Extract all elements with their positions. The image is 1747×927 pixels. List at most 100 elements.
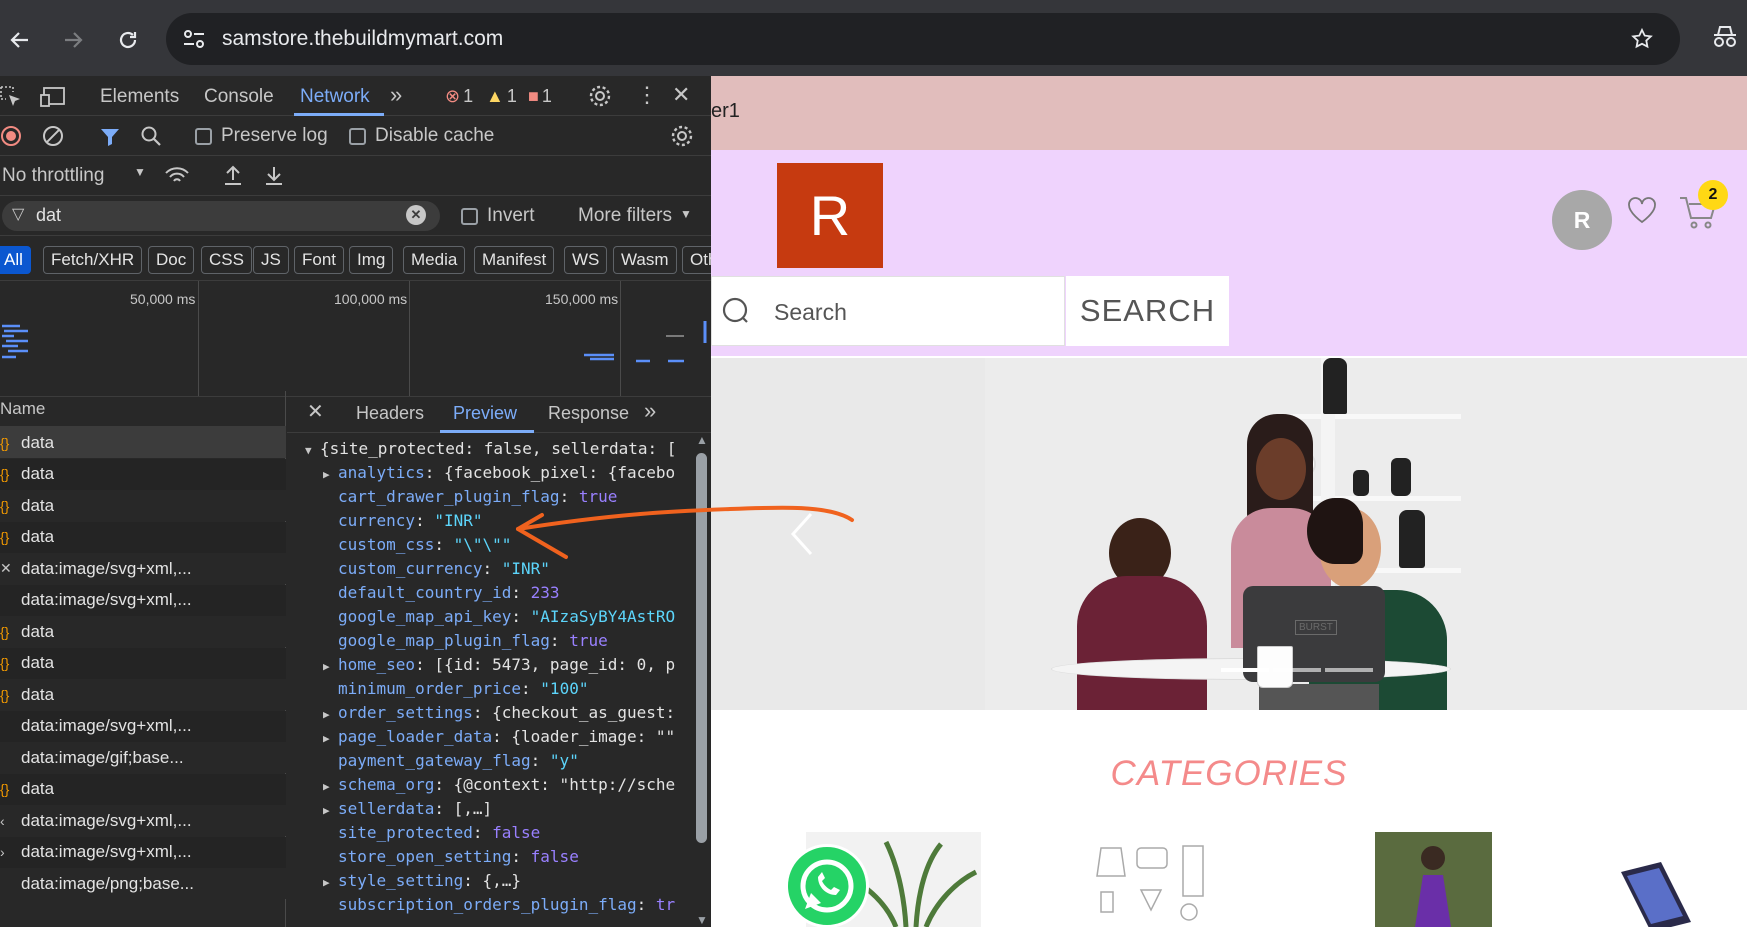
request-row[interactable]: {} data	[0, 679, 286, 710]
incognito-icon[interactable]	[1711, 22, 1739, 50]
preview-property[interactable]: ▶ analytics: {facebook_pixel: {facebo	[323, 461, 675, 485]
inspect-element-icon[interactable]	[0, 86, 22, 108]
request-row[interactable]: ✕ data:image/svg+xml,...	[0, 553, 286, 584]
request-row[interactable]: {} data	[0, 427, 286, 458]
request-name: data	[21, 527, 55, 546]
search-icon[interactable]	[140, 125, 162, 147]
preview-tab-indicator	[440, 430, 534, 433]
request-name: data	[21, 621, 55, 641]
tab-network[interactable]: Network	[300, 86, 370, 108]
preview-scrollbar[interactable]: ▲ ▼	[692, 433, 711, 927]
web-page: er1 R R 2 Search SEARCH BURST CATEGORIES	[711, 76, 1747, 927]
preview-property[interactable]: ▶ schema_org: {@context: "http://sche	[323, 773, 675, 797]
chip-css[interactable]: CSS	[201, 246, 252, 274]
cart-count-badge: 2	[1698, 180, 1728, 210]
request-row[interactable]: {} data	[0, 616, 286, 647]
carousel-dot[interactable]	[1273, 668, 1321, 672]
preview-property[interactable]: ▶ sellerdata: [,…]	[323, 797, 492, 821]
chevron-down-icon[interactable]: ▼	[134, 165, 146, 179]
request-row[interactable]: {} data	[0, 521, 286, 553]
record-icon[interactable]	[0, 125, 22, 147]
network-settings-icon[interactable]	[670, 124, 694, 148]
store-logo[interactable]: R	[777, 163, 883, 268]
search-input[interactable]: Search	[711, 276, 1065, 346]
more-filters-button[interactable]: More filters	[578, 205, 672, 227]
chip-img[interactable]: Img	[349, 246, 394, 274]
property-key: order_settings	[338, 703, 473, 722]
forward-button[interactable]	[55, 22, 91, 58]
chip-fetch-xhr[interactable]: Fetch/XHR	[43, 246, 143, 274]
property-value: "\"\""	[453, 535, 512, 554]
chip-manifest[interactable]: Manifest	[474, 246, 555, 274]
request-row[interactable]: {} data	[0, 647, 286, 679]
request-row[interactable]: › data:image/svg+xml,...	[0, 836, 286, 868]
disable-cache-checkbox[interactable]	[349, 128, 366, 145]
preview-root[interactable]: ▼ {site_protected: false, sellerdata: [	[305, 437, 676, 461]
network-conditions-icon[interactable]	[164, 165, 190, 187]
tab-headers[interactable]: Headers	[356, 403, 424, 424]
reload-button[interactable]	[110, 22, 146, 58]
carousel-dot-active[interactable]	[1221, 668, 1269, 672]
request-row[interactable]: data:image/png;base...	[0, 868, 286, 899]
kebab-menu-icon[interactable]: ⋮	[636, 82, 658, 108]
issue-count[interactable]: ■ 1	[528, 86, 552, 107]
more-tabs-icon[interactable]: »	[390, 82, 402, 108]
wishlist-heart-icon[interactable]	[1627, 196, 1657, 224]
close-preview-icon[interactable]: ✕	[307, 399, 324, 424]
chip-all[interactable]: All	[0, 246, 31, 274]
account-avatar[interactable]: R	[1552, 190, 1612, 250]
request-row[interactable]: data:image/svg+xml,...	[0, 710, 286, 742]
category-thumbnail-electronics[interactable]	[1611, 832, 1747, 927]
request-row[interactable]: data:image/gif;base...	[0, 742, 286, 773]
chip-wasm[interactable]: Wasm	[613, 246, 677, 274]
request-row[interactable]: {} data	[0, 490, 286, 521]
settings-gear-icon[interactable]	[588, 84, 612, 108]
chip-doc[interactable]: Doc	[148, 246, 195, 274]
timeline-overview[interactable]: 50,000 ms 100,000 ms 150,000 ms	[0, 281, 711, 397]
filter-icon[interactable]	[99, 126, 121, 148]
hero-banner: BURST	[711, 358, 1747, 710]
request-row[interactable]: {} data	[0, 773, 286, 805]
request-row[interactable]: ‹ data:image/svg+xml,...	[0, 805, 286, 836]
warning-count[interactable]: ▲ 1	[486, 86, 517, 107]
request-row[interactable]: data:image/svg+xml,...	[0, 584, 286, 616]
whatsapp-chat-button[interactable]	[785, 844, 869, 927]
star-icon[interactable]	[1630, 27, 1654, 51]
chip-ws[interactable]: WS	[564, 246, 608, 274]
close-devtools-icon[interactable]: ✕	[672, 82, 690, 108]
export-har-icon[interactable]	[263, 165, 285, 187]
back-button[interactable]	[2, 22, 38, 58]
clear-filter-icon[interactable]: ✕	[406, 205, 426, 225]
preview-property[interactable]: ▶ page_loader_data: {loader_image: ""	[323, 725, 675, 749]
device-toolbar-icon[interactable]	[40, 86, 66, 108]
preview-property[interactable]: ▶ home_seo: [{id: 5473, page_id: 0, p	[323, 653, 675, 677]
category-thumbnail-fashion[interactable]	[1375, 832, 1492, 927]
filter-input[interactable]: ▽ dat ✕	[2, 201, 440, 231]
search-button[interactable]: SEARCH	[1066, 276, 1229, 346]
request-row[interactable]: {} data	[0, 458, 286, 490]
chip-other[interactable]: Oth	[682, 246, 711, 274]
devtools-tabbar: Elements Console Network » ⊗ 1 ▲ 1 ■ 1 ⋮ ✕	[0, 76, 711, 116]
address-bar[interactable]: samstore.thebuildmymart.com	[166, 13, 1680, 65]
error-count[interactable]: ⊗ 1	[445, 86, 473, 107]
tab-preview[interactable]: Preview	[453, 403, 517, 424]
tab-elements[interactable]: Elements	[100, 86, 179, 108]
clear-icon[interactable]	[42, 125, 64, 147]
chip-font[interactable]: Font	[294, 246, 345, 274]
import-har-icon[interactable]	[222, 165, 244, 187]
preview-property[interactable]: ▶ order_settings: {checkout_as_guest:	[323, 701, 675, 725]
name-column-header[interactable]: Name	[0, 391, 286, 427]
category-thumbnail-lifestyle[interactable]	[1071, 832, 1226, 927]
preserve-log-checkbox[interactable]	[195, 128, 212, 145]
chip-media[interactable]: Media	[403, 246, 466, 274]
carousel-prev-icon[interactable]	[789, 512, 815, 556]
throttling-select[interactable]: No throttling	[2, 165, 104, 187]
carousel-dot[interactable]	[1325, 668, 1373, 672]
invert-checkbox[interactable]	[461, 208, 478, 225]
tab-response[interactable]: Response	[548, 403, 629, 424]
tab-console[interactable]: Console	[204, 86, 274, 108]
property-key: site_protected	[338, 823, 473, 842]
more-preview-tabs-icon[interactable]: »	[644, 398, 656, 424]
chip-js[interactable]: JS	[253, 246, 289, 274]
preview-property[interactable]: ▶ style_setting: {,…}	[323, 869, 521, 893]
